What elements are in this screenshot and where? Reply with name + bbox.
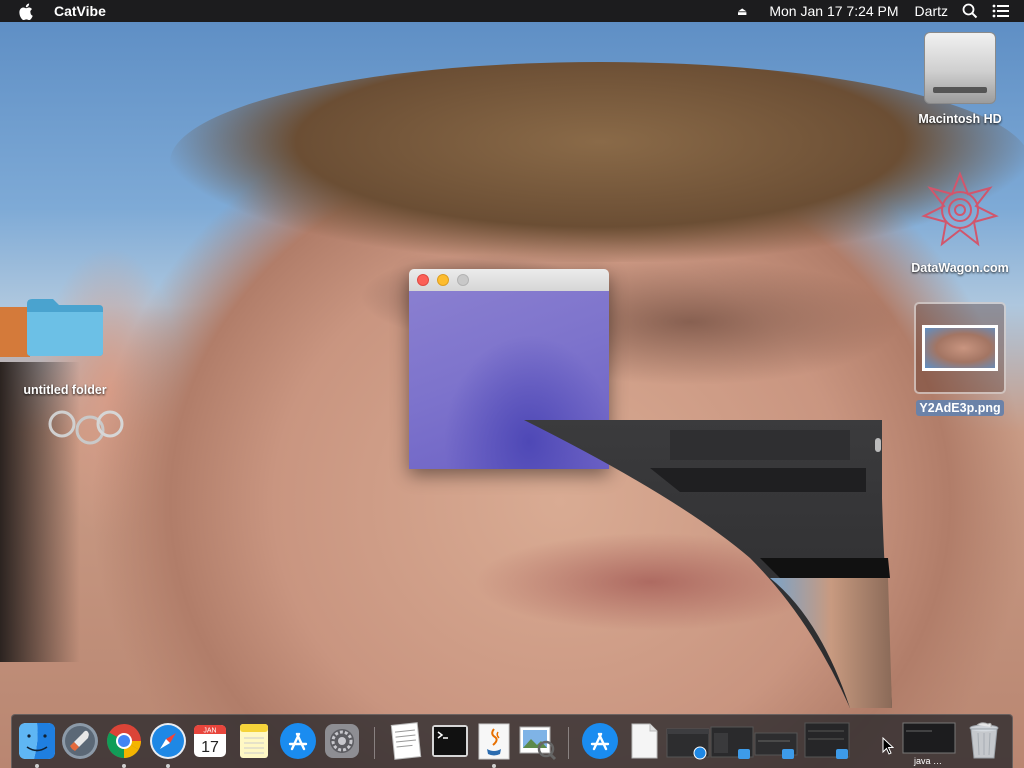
- dock-item-minimized-java-window[interactable]: java …: [902, 721, 956, 766]
- dock-item-textedit[interactable]: [386, 721, 426, 761]
- dock-item-launchpad[interactable]: [60, 721, 100, 761]
- menubar-clock[interactable]: Mon Jan 17 7:24 PM: [769, 3, 898, 19]
- minimized-window-icon: [754, 732, 798, 759]
- desktop-item-label: Macintosh HD: [918, 112, 1002, 126]
- dock-item-notes[interactable]: [234, 721, 274, 761]
- eject-icon[interactable]: ⏏: [737, 5, 747, 18]
- mouse-cursor-icon: [882, 737, 894, 755]
- apple-logo-icon[interactable]: [18, 0, 36, 22]
- notification-center-icon[interactable]: [992, 4, 1010, 18]
- selection-highlight: [914, 302, 1006, 394]
- menu-bar: CatVibe ⏏ Mon Jan 17 7:24 PM Dartz: [0, 0, 1024, 22]
- preview-icon: [519, 726, 557, 761]
- dock-item-minimized-safari-window[interactable]: [666, 721, 710, 761]
- app-store-icon: [280, 723, 316, 759]
- dock-item-system-preferences[interactable]: [322, 721, 362, 761]
- notes-icon: [240, 724, 268, 758]
- document-icon: [631, 723, 658, 759]
- mandala-logo-icon: [921, 171, 999, 247]
- desktop-item-label: untitled folder: [23, 383, 107, 397]
- window-close-button[interactable]: [417, 274, 429, 286]
- minimized-window-icon: [804, 722, 850, 759]
- spotlight-search-icon[interactable]: [962, 3, 978, 19]
- app-store-icon: [582, 723, 618, 759]
- dock-item-chrome[interactable]: [104, 721, 144, 768]
- minimized-window-icon: [902, 722, 956, 754]
- terminal-icon: [432, 725, 468, 757]
- menubar-user[interactable]: Dartz: [915, 3, 948, 19]
- window-zoom-button[interactable]: [457, 274, 469, 286]
- dock: JAN 17 java …: [11, 714, 1013, 768]
- calendar-day: 17: [201, 739, 219, 756]
- textedit-icon: [390, 722, 422, 760]
- running-indicator: [35, 764, 39, 768]
- dock-item-recent-app-store[interactable]: [580, 721, 620, 761]
- dock-item-calendar[interactable]: JAN 17: [190, 721, 230, 761]
- dock-item-trash[interactable]: [964, 721, 1004, 761]
- dock-item-app-store[interactable]: [278, 721, 318, 761]
- calendar-month: JAN: [203, 728, 216, 735]
- calendar-icon: JAN 17: [194, 725, 226, 757]
- dock-separator: [374, 727, 375, 759]
- desktop-item-datawagon[interactable]: DataWagon.com: [900, 170, 1020, 275]
- desktop-item-label: DataWagon.com: [911, 261, 1009, 275]
- dock-item-minimized-finder-window-2[interactable]: [754, 721, 798, 761]
- dock-item-terminal[interactable]: [430, 721, 470, 761]
- minimized-window-icon: [710, 726, 754, 759]
- chrome-icon: [107, 724, 141, 758]
- running-indicator: [492, 764, 496, 768]
- wallpaper-hair: [170, 62, 1024, 262]
- dock-item-minimized-finder-window[interactable]: [710, 721, 754, 761]
- desktop-item-png-file[interactable]: Y2AdE3p.png: [910, 302, 1010, 416]
- minimized-window-icon: [666, 728, 710, 760]
- menubar-status-area: ⏏ Mon Jan 17 7:24 PM Dartz: [737, 0, 1024, 22]
- hard-drive-icon: [924, 32, 996, 104]
- dock-item-finder[interactable]: [17, 721, 57, 768]
- dock-item-preview[interactable]: [517, 721, 557, 761]
- desktop-item-label: Y2AdE3p.png: [916, 400, 1004, 416]
- folder-icon: [27, 299, 103, 356]
- java-coffee-icon: [478, 723, 510, 760]
- trash-icon: [969, 722, 999, 759]
- dock-item-document[interactable]: [624, 721, 664, 761]
- finder-icon: [19, 723, 55, 759]
- dock-separator: [568, 727, 569, 759]
- image-file-icon: [922, 325, 998, 371]
- desktop-item-macintosh-hd[interactable]: Macintosh HD: [905, 32, 1015, 126]
- dock-item-minimized-finder-window-3[interactable]: [804, 721, 850, 761]
- running-indicator: [166, 764, 170, 768]
- active-app-name[interactable]: CatVibe: [54, 3, 106, 19]
- dock-item-safari[interactable]: [148, 721, 188, 768]
- window-titlebar[interactable]: [409, 269, 609, 291]
- dock-item-java[interactable]: [474, 721, 514, 768]
- desktop-item-untitled-folder[interactable]: untitled folder: [10, 296, 120, 397]
- gear-icon: [325, 724, 359, 758]
- launchpad-rocket-icon: [62, 723, 98, 759]
- minimizing-window-animation: [524, 420, 892, 708]
- safari-compass-icon: [150, 723, 186, 759]
- minimized-window-caption: java …: [913, 756, 942, 766]
- earrings: [48, 410, 124, 445]
- window-minimize-button[interactable]: [437, 274, 449, 286]
- running-indicator: [122, 764, 126, 768]
